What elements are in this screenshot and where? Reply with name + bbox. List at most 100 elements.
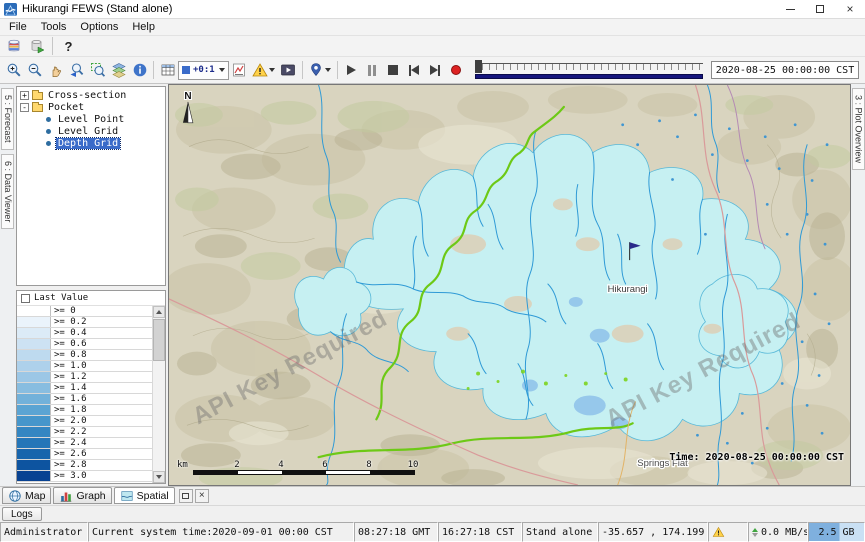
tab-spatial-label: Spatial [137, 490, 169, 502]
first-step-button[interactable] [404, 60, 425, 81]
maximize-button[interactable] [805, 0, 835, 18]
tab-data-viewer[interactable]: 6 : Data Viewer [1, 154, 14, 229]
layers-button[interactable] [108, 60, 129, 81]
zoom-previous-button[interactable] [66, 60, 87, 81]
tree-node-label[interactable]: Pocket [46, 102, 86, 113]
folder-icon [32, 104, 43, 112]
legend-row: >= 0.4 [17, 328, 152, 339]
tree-node-depth-grid[interactable]: Depth Grid [17, 137, 165, 149]
globe-icon [8, 489, 22, 503]
tab-forecast[interactable]: 5 : Forecast [1, 88, 14, 150]
menu-item[interactable]: File [2, 20, 34, 34]
legend-scrollbar[interactable] [152, 306, 165, 483]
minimize-button[interactable] [775, 0, 805, 18]
zoom-extent-button[interactable] [87, 60, 108, 81]
tab-map-label: Map [25, 490, 45, 502]
menu-item[interactable]: Help [125, 20, 162, 34]
collapse-icon[interactable]: - [20, 103, 29, 112]
panel-close-button[interactable]: × [195, 489, 209, 503]
profile-button[interactable] [229, 60, 250, 81]
logs-button[interactable]: Logs [2, 507, 42, 521]
database-button[interactable] [3, 36, 24, 57]
scale-tick: 6 [322, 460, 327, 470]
time-interval-selector[interactable]: +0:1 [178, 61, 229, 80]
tree-node-level-point[interactable]: Level Point [17, 113, 165, 125]
chevron-down-icon [325, 68, 331, 72]
map-canvas[interactable]: Hikurangi Springs Flat API Key Required … [169, 85, 850, 485]
scroll-up-button[interactable] [153, 306, 165, 318]
menu-item[interactable]: Options [73, 20, 125, 34]
legend-row: >= 1.4 [17, 383, 152, 394]
tab-graph[interactable]: Graph [53, 487, 111, 504]
legend-swatch [17, 471, 51, 481]
tree-node-cross-section[interactable]: + Cross-section [17, 89, 165, 101]
interval-value: +0:1 [193, 65, 215, 75]
legend-swatch [17, 361, 51, 371]
play-button[interactable] [341, 60, 362, 81]
legend-swatch [17, 394, 51, 404]
last-value-checkbox[interactable] [21, 294, 30, 303]
location-marker-button[interactable] [306, 60, 334, 81]
expand-icon[interactable]: + [20, 91, 29, 100]
status-bar: Administrator Current system time:2020-0… [0, 522, 865, 542]
close-button[interactable]: × [835, 0, 865, 18]
scale-unit-label: km [177, 460, 188, 470]
legend-label: >= 2.2 [51, 427, 90, 437]
tree-node-label[interactable]: Level Point [56, 114, 126, 125]
arrow-up-icon [156, 310, 162, 314]
layer-bullet-icon [46, 129, 51, 134]
pause-button[interactable] [362, 60, 383, 81]
help-button[interactable]: ? [58, 36, 79, 57]
main-toolbar: ? [0, 36, 865, 57]
tab-plot-overview[interactable]: 3 : Plot Overview [852, 88, 865, 170]
legend-swatch [17, 416, 51, 426]
panel-maximize-button[interactable] [179, 489, 193, 503]
menu-bar: FileToolsOptionsHelp [0, 19, 865, 36]
toolbar-separator [302, 61, 303, 79]
warnings-button[interactable] [250, 60, 278, 81]
zoom-out-button[interactable] [24, 60, 45, 81]
map-scale-bar: km 246810 [177, 460, 423, 475]
legend-swatch [17, 306, 51, 316]
tree-node-label[interactable]: Level Grid [56, 126, 120, 137]
legend-swatch [17, 317, 51, 327]
last-step-button[interactable] [425, 60, 446, 81]
animation-export-button[interactable] [278, 60, 299, 81]
time-slider[interactable] [475, 60, 703, 80]
spatial-map-icon [120, 489, 134, 503]
legend-swatch [17, 427, 51, 437]
tree-node-pocket[interactable]: - Pocket [17, 101, 165, 113]
grid-display-button[interactable] [157, 60, 178, 81]
status-warning[interactable] [708, 522, 748, 542]
right-dock-strip: 3 : Plot Overview [851, 84, 865, 486]
scrollbar-thumb[interactable] [153, 319, 165, 361]
time-slider-handle[interactable] [475, 60, 482, 73]
legend-swatch [17, 460, 51, 470]
legend-label: >= 2.8 [51, 460, 90, 470]
grid-icon [160, 62, 176, 78]
tree-node-label-selected[interactable]: Depth Grid [56, 138, 120, 149]
scroll-down-button[interactable] [153, 471, 165, 483]
pan-button[interactable] [45, 60, 66, 81]
spatial-map-view[interactable]: Hikurangi Springs Flat API Key Required … [168, 84, 851, 486]
stop-button[interactable] [383, 60, 404, 81]
legend-swatch [17, 438, 51, 448]
info-button[interactable] [129, 60, 150, 81]
tree-node-label[interactable]: Cross-section [46, 90, 128, 101]
record-button[interactable] [446, 60, 467, 81]
menu-item[interactable]: Tools [34, 20, 74, 34]
legend-swatch [17, 339, 51, 349]
scale-tick-labels: 246810 [193, 460, 419, 470]
tab-panel-controls: × [179, 487, 209, 504]
tree-node-level-grid[interactable]: Level Grid [17, 125, 165, 137]
chevron-down-icon [219, 68, 225, 72]
scale-tick: 10 [408, 460, 419, 470]
status-local-time: 16:27:18 CST [438, 522, 522, 542]
tab-map[interactable]: Map [2, 487, 51, 504]
import-button[interactable] [26, 36, 47, 57]
info-icon [132, 62, 148, 78]
legend-label: >= 2.0 [51, 416, 90, 426]
scale-tick: 8 [366, 460, 371, 470]
zoom-in-button[interactable] [3, 60, 24, 81]
tab-spatial[interactable]: Spatial [114, 487, 175, 504]
